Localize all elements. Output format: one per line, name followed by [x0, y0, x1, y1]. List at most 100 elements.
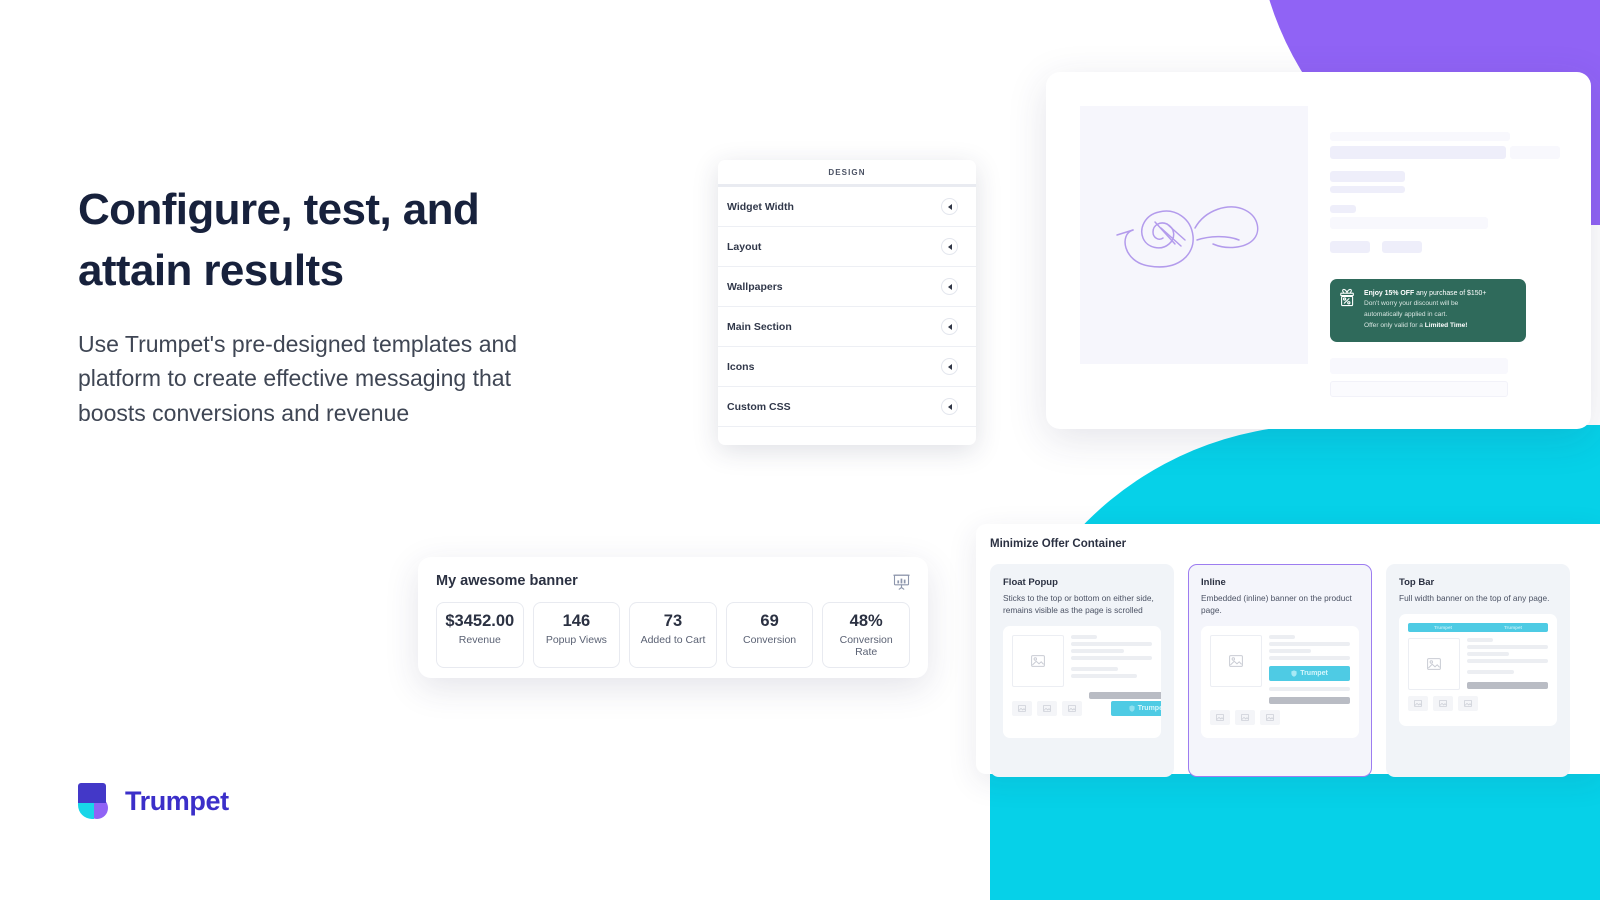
image-placeholder-icon — [1408, 638, 1460, 691]
offer-option-top-bar[interactable]: Top Bar Full width banner on the top of … — [1386, 564, 1570, 777]
trumpet-shield-icon — [1129, 705, 1135, 712]
skeleton-block — [1330, 358, 1508, 375]
offer-line1-rest: any purchase of $150+ — [1414, 290, 1487, 297]
skeleton-chip — [1382, 241, 1422, 253]
skeleton-line — [1330, 132, 1510, 141]
stats-grid: $3452.00 Revenue 146 Popup Views 73 Adde… — [436, 602, 910, 668]
product-page-preview-card: Enjoy 15% OFF any purchase of $150+ Don'… — [1046, 72, 1591, 429]
brand-logo[interactable]: Trumpet — [78, 783, 229, 819]
image-placeholder-icon — [1210, 635, 1262, 688]
trumpet-shield-icon — [1291, 670, 1297, 677]
stat-label: Revenue — [458, 633, 501, 646]
chevron-left-icon[interactable] — [941, 398, 958, 415]
stat-value: $3452.00 — [445, 612, 515, 630]
skeleton-line — [1330, 171, 1405, 182]
product-details-placeholder: Enjoy 15% OFF any purchase of $150+ Don'… — [1308, 106, 1560, 398]
stat-conversion: 69 Conversion — [725, 602, 814, 668]
marketing-slide: Configure, test, and attain results Use … — [0, 0, 1600, 900]
offer-option-preview: Trumpet Trumpet — [1399, 614, 1557, 727]
offer-option-preview: Trumpet — [1003, 626, 1161, 739]
hero-copy: Configure, test, and attain results Use … — [78, 180, 578, 430]
thumbnail-placeholder — [1408, 696, 1428, 712]
offer-option-desc: Embedded (inline) banner on the product … — [1201, 593, 1352, 616]
stat-label: Conversion — [743, 633, 797, 646]
hero-subcopy: Use Trumpet's pre-designed templates and… — [78, 331, 518, 426]
skeleton-block — [1330, 381, 1508, 398]
design-row-widget-width[interactable]: Widget Width — [718, 187, 976, 227]
trumpet-topbar-chip: Trumpet Trumpet — [1408, 623, 1548, 633]
design-row-label: Wallpapers — [727, 280, 783, 293]
stat-popup-views: 146 Popup Views — [532, 602, 621, 668]
stat-label: Popup Views — [545, 633, 607, 646]
stat-revenue: $3452.00 Revenue — [436, 602, 524, 668]
trumpet-inline-chip: Trumpet — [1269, 666, 1350, 682]
stat-conversion-rate: 48% Conversion Rate — [822, 602, 910, 668]
thumbnail-placeholder — [1037, 701, 1057, 717]
offer-line4-pre: Offer only valid for a — [1364, 322, 1425, 330]
trumpet-chip-label: Trumpet — [1300, 670, 1328, 678]
offer-line3: automatically applied in cart. — [1364, 311, 1448, 319]
design-row-label: Main Section — [727, 320, 792, 333]
stat-added-to-cart: 73 Added to Cart — [629, 602, 717, 668]
design-row-icons[interactable]: Icons — [718, 347, 976, 387]
offer-option-title: Inline — [1201, 577, 1226, 588]
design-row-layout[interactable]: Layout — [718, 227, 976, 267]
offer-line1-bold: Enjoy 15% OFF — [1364, 290, 1415, 297]
skeleton-line — [1330, 186, 1405, 193]
thumbnail-placeholder — [1062, 701, 1082, 717]
trumpet-chip-label: Trumpet — [1137, 705, 1161, 713]
skeleton-line — [1330, 205, 1356, 213]
chevron-left-icon[interactable] — [941, 198, 958, 215]
design-panel-header: DESIGN — [718, 160, 976, 187]
thumbnail-placeholder — [1235, 710, 1255, 726]
design-row-wallpapers[interactable]: Wallpapers — [718, 267, 976, 307]
offer-option-desc: Sticks to the top or bottom on either si… — [1003, 593, 1154, 616]
discount-offer-banner: Enjoy 15% OFF any purchase of $150+ Don'… — [1330, 279, 1526, 343]
offer-option-inline[interactable]: Inline Embedded (inline) banner on the p… — [1188, 564, 1372, 777]
offer-option-float-popup[interactable]: Float Popup Sticks to the top or bottom … — [990, 564, 1174, 777]
thumbnail-placeholder — [1260, 710, 1280, 726]
design-row-label: Icons — [727, 360, 755, 373]
offer-line4-bold: Limited Time! — [1424, 322, 1468, 330]
offer-option-preview: Trumpet — [1201, 626, 1359, 739]
brand-logo-text: Trumpet — [125, 785, 229, 816]
thumbnail-placeholder — [1210, 710, 1230, 726]
gift-percent-icon — [1340, 288, 1354, 307]
design-row-label: Widget Width — [727, 200, 794, 213]
trumpet-logo-icon — [78, 783, 112, 819]
chevron-left-icon[interactable] — [941, 278, 958, 295]
stat-value: 69 — [760, 612, 779, 630]
offer-option-title: Top Bar — [1399, 577, 1435, 588]
design-settings-panel: DESIGN Widget Width Layout Wallpapers Ma… — [718, 160, 976, 445]
thumbnail-placeholder — [1012, 701, 1032, 717]
minimize-offer-container-panel: Minimize Offer Container Float Popup Sti… — [976, 524, 1600, 777]
chevron-left-icon[interactable] — [941, 358, 958, 375]
design-row-label: Layout — [727, 240, 762, 253]
chevron-left-icon[interactable] — [941, 318, 958, 335]
chevron-left-icon[interactable] — [941, 238, 958, 255]
design-row-label: Custom CSS — [727, 400, 791, 413]
stat-value: 48% — [849, 612, 883, 630]
offer-panel-title: Minimize Offer Container — [990, 538, 1127, 550]
offer-banner-text: Enjoy 15% OFF any purchase of $150+ Don'… — [1364, 288, 1486, 332]
skeleton-chip — [1330, 241, 1370, 253]
stats-card-title: My awesome banner — [436, 573, 578, 589]
thumbnail-placeholder — [1458, 696, 1478, 712]
offer-option-title: Float Popup — [1003, 577, 1058, 588]
stat-value: 73 — [663, 612, 683, 630]
french-horn-icon — [1116, 205, 1259, 268]
skeleton-line — [1330, 217, 1488, 229]
presentation-chart-icon[interactable] — [893, 573, 910, 590]
design-row-custom-css[interactable]: Custom CSS — [718, 387, 976, 427]
stat-value: 146 — [562, 612, 591, 630]
skeleton-line — [1510, 146, 1560, 159]
stats-card-header: My awesome banner — [436, 573, 910, 590]
image-placeholder-icon — [1012, 635, 1064, 688]
stat-label: Added to Cart — [640, 633, 706, 646]
design-row-main-section[interactable]: Main Section — [718, 307, 976, 347]
banner-stats-card: My awesome banner $3452.00 Revenue 146 P… — [418, 557, 928, 678]
product-image-placeholder — [1080, 106, 1308, 364]
skeleton-line — [1330, 146, 1506, 159]
stat-label: Conversion Rate — [839, 633, 893, 658]
offer-line2: Don't worry your discount will be — [1364, 300, 1459, 308]
